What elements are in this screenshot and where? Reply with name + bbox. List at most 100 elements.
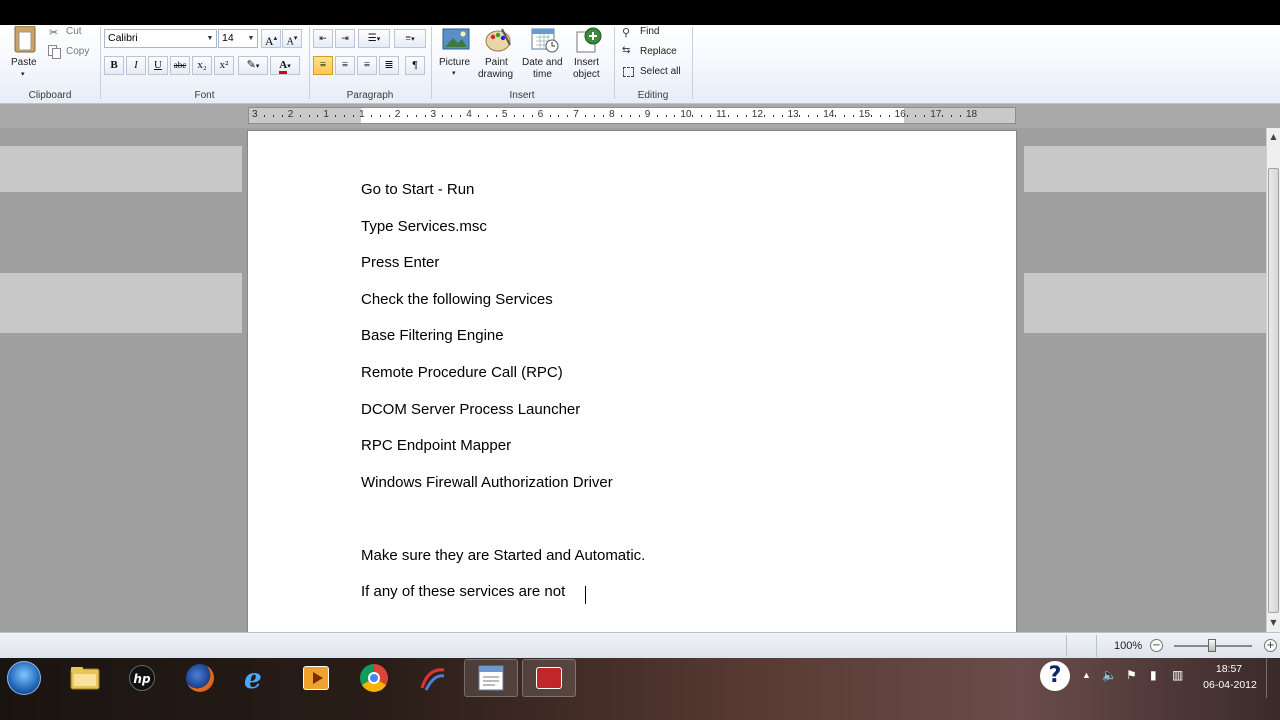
align-right-button[interactable]: ≡ (357, 56, 377, 75)
insert-label: Insert (509, 90, 535, 101)
clock-time[interactable]: 18:57 (1205, 663, 1253, 675)
align-left-button[interactable]: ≡ (313, 56, 333, 75)
taskbar-internet-explorer[interactable]: e (232, 659, 286, 697)
taskbar-app-arrow[interactable] (406, 659, 460, 697)
insert-object-line1[interactable]: Insert (574, 57, 599, 68)
taskbar-hp[interactable]: hp (116, 659, 170, 697)
window-top-bar (0, 0, 1280, 25)
ruler[interactable]: 3 2 1 1 2 3 4 5 6 7 8 9 10 11 12 13 14 15 16 17 18 (248, 107, 1016, 124)
font-size-select[interactable]: 14 ▼ (218, 29, 258, 48)
tray-expand-icon[interactable]: ▲ (1082, 670, 1091, 680)
replace-button[interactable]: Replace (640, 46, 677, 57)
workspace-band (1024, 146, 1266, 192)
strikethrough-button[interactable]: abc (170, 56, 190, 75)
picture-button[interactable]: Picture (439, 57, 470, 68)
ruler-dot (263, 115, 265, 117)
italic-button[interactable]: I (126, 56, 146, 75)
cut-icon[interactable]: ✂ (49, 26, 58, 39)
font-color-button[interactable]: A▾ (270, 56, 300, 75)
scroll-up-icon[interactable]: ▲ (1267, 130, 1280, 144)
document-page[interactable]: Go to Start - Run Type Services.msc Press … (248, 131, 1016, 632)
ruler-dot (495, 115, 497, 117)
scrollbar-thumb[interactable] (1268, 168, 1279, 613)
select-all-button[interactable]: Select all (640, 66, 681, 77)
volume-icon[interactable]: 🔈 (1102, 668, 1117, 682)
select-all-icon[interactable] (623, 67, 634, 77)
binoculars-icon[interactable]: ⚲ (622, 26, 630, 39)
ruler-tick-label: 14 (823, 109, 835, 120)
show-desktop-button[interactable] (1266, 658, 1280, 698)
increase-indent-button[interactable]: ⇥ (335, 29, 355, 48)
highlight-button[interactable]: ✎▾ (238, 56, 268, 75)
zoom-in-button[interactable]: + (1264, 639, 1277, 652)
taskbar: hp e ? ▲ 🔈 ⚑ ▮ ▥ 18:57 06-04-2012 (0, 658, 1280, 720)
font-family-select[interactable]: Calibri ▼ (104, 29, 217, 48)
flag-icon[interactable]: ⚑ (1126, 668, 1137, 682)
grow-font-button[interactable]: A▴ (261, 29, 281, 48)
ruler-tick-label: 10 (680, 109, 692, 120)
ruler-dot (317, 115, 319, 117)
help-icon[interactable]: ? (1040, 661, 1070, 691)
paint-drawing-line2[interactable]: drawing (478, 69, 513, 80)
chevron-down-icon: ▼ (247, 35, 255, 42)
clock-date[interactable]: 06-04-2012 (1198, 679, 1262, 691)
zoom-out-button[interactable]: − (1150, 639, 1163, 652)
ruler-dot (415, 115, 417, 117)
paste-button[interactable]: Paste (11, 57, 37, 68)
document-line: Type Services.msc (361, 218, 487, 235)
calendar-clock-icon[interactable] (531, 26, 559, 54)
taskbar-explorer[interactable] (58, 659, 112, 697)
bullets-button[interactable]: ☰▾ (358, 29, 390, 48)
paste-icon[interactable] (13, 25, 37, 54)
find-button[interactable]: Find (640, 26, 659, 37)
taskbar-wordpad[interactable] (464, 659, 518, 697)
taskbar-firefox[interactable] (174, 659, 228, 697)
date-time-line2[interactable]: time (533, 69, 552, 80)
ruler-tick-label: 1 (359, 109, 365, 120)
status-divider (1066, 635, 1067, 657)
start-button[interactable] (7, 661, 41, 695)
ruler-dot (629, 115, 631, 117)
taskbar-media-player[interactable] (290, 659, 344, 697)
network-icon[interactable]: ▥ (1172, 668, 1183, 682)
paint-palette-icon[interactable] (484, 27, 512, 53)
line-spacing-button[interactable]: ≡▾ (394, 29, 426, 48)
superscript-button[interactable]: x² (214, 56, 234, 75)
power-icon[interactable]: ▮ (1150, 668, 1157, 682)
picture-dropdown-icon[interactable]: ▾ (452, 69, 456, 77)
copy-icon[interactable] (48, 44, 61, 59)
align-center-button[interactable]: ≡ (335, 56, 355, 75)
ruler-dot (817, 115, 819, 117)
decrease-indent-button[interactable]: ⇤ (313, 29, 333, 48)
paint-drawing-line1[interactable]: Paint (485, 57, 508, 68)
copy-button[interactable]: Copy (66, 46, 89, 57)
ruler-dot (272, 115, 274, 117)
justify-button[interactable]: ≣ (379, 56, 399, 75)
bold-button[interactable]: B (104, 56, 124, 75)
ruler-dot (388, 115, 390, 117)
ruler-dot (674, 115, 676, 117)
paragraph-settings-button[interactable]: ¶ (405, 56, 425, 75)
underline-button[interactable]: U (148, 56, 168, 75)
insert-object-icon[interactable] (575, 26, 603, 54)
shrink-font-button[interactable]: A▾ (282, 29, 302, 48)
zoom-slider-knob[interactable] (1208, 639, 1216, 652)
ruler-dot (335, 115, 337, 117)
vertical-scrollbar[interactable]: ▲ ▼ (1266, 128, 1280, 632)
picture-icon[interactable] (442, 27, 470, 51)
insert-object-line2[interactable]: object (573, 69, 600, 80)
taskbar-chrome[interactable] (348, 659, 402, 697)
replace-icon[interactable]: ⇆ (622, 45, 630, 56)
ruler-tick-label: 5 (501, 109, 508, 120)
taskbar-dvd-app[interactable] (522, 659, 576, 697)
paste-dropdown-icon[interactable]: ▾ (21, 70, 25, 78)
ruler-dot (620, 115, 622, 117)
zoom-level[interactable]: 100% (1114, 640, 1142, 652)
date-time-line1[interactable]: Date and (522, 57, 563, 68)
cut-button[interactable]: Cut (66, 26, 82, 37)
ruler-dot (353, 115, 355, 117)
ruler-tick-label: 6 (537, 109, 544, 120)
scroll-down-icon[interactable]: ▼ (1267, 616, 1280, 630)
subscript-button[interactable]: x₂ (192, 56, 212, 75)
document-line: Check the following Services (361, 291, 553, 308)
